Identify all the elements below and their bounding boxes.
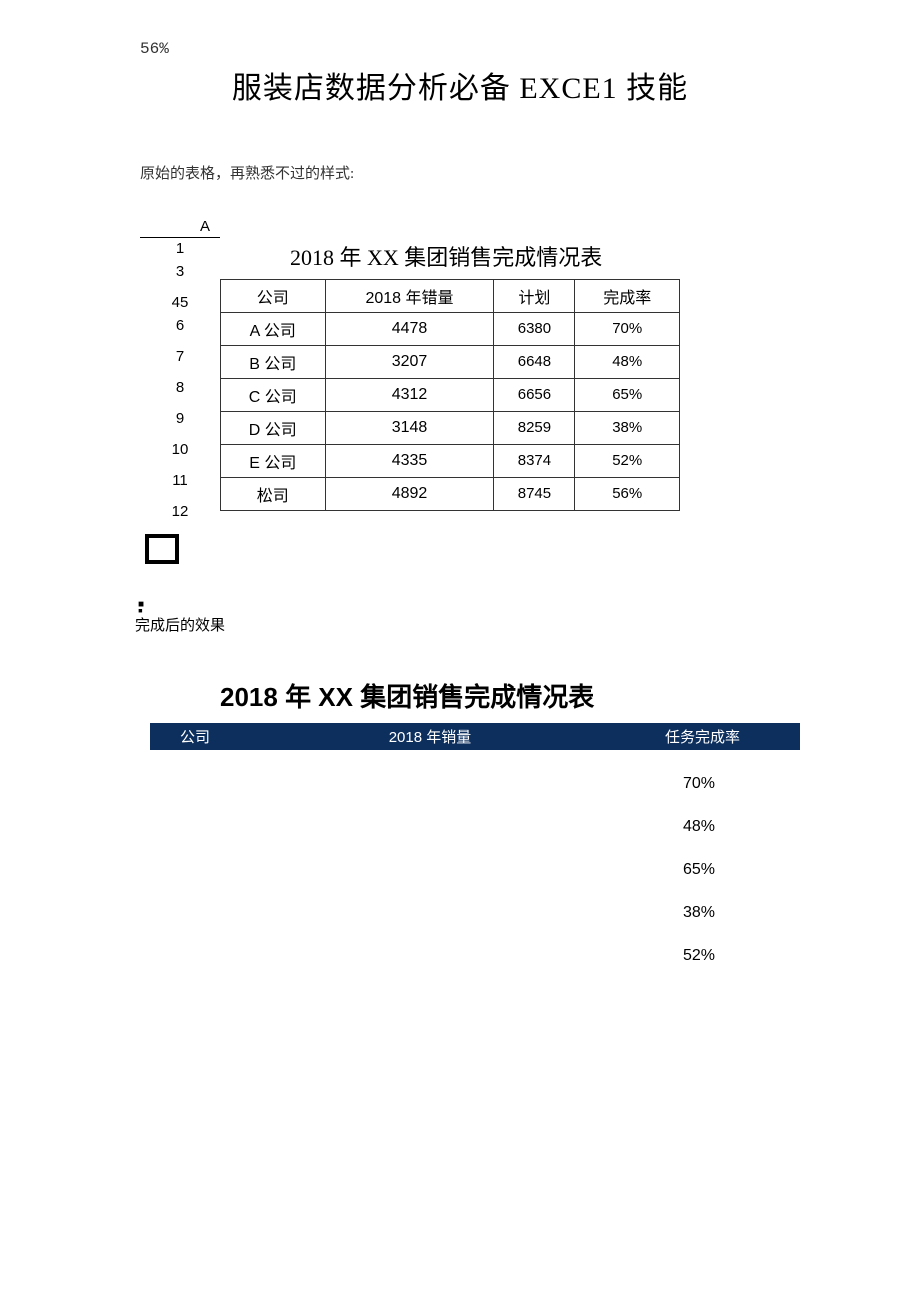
cell-plan: 8745 — [494, 477, 575, 510]
cell-rate: 52% — [575, 444, 680, 477]
rate-value: 48% — [150, 818, 800, 836]
cell-plan: 6648 — [494, 345, 575, 378]
cell-plan: 6656 — [494, 378, 575, 411]
cell-sales: 4335 — [325, 444, 494, 477]
cell-sales: 4478 — [325, 312, 494, 345]
row-num: 6 — [140, 317, 220, 334]
styled-table-header: 公司 2018 年销量 任务完成率 — [150, 723, 800, 750]
table-row: A 公司 4478 6380 70% — [221, 312, 680, 345]
original-table-block: A 1 3 45 6 7 8 9 10 11 12 2018 年 XX 集团销售… — [140, 218, 920, 526]
row-num: 45 — [140, 294, 220, 311]
cell-plan: 8259 — [494, 411, 575, 444]
cell-company: A 公司 — [221, 312, 326, 345]
cell-sales: 3207 — [325, 345, 494, 378]
original-data-table: 公司 2018 年错量 计划 完成率 A 公司 4478 6380 70% B … — [220, 279, 680, 511]
cell-rate: 48% — [575, 345, 680, 378]
cell-company: B 公司 — [221, 345, 326, 378]
header-rate: 任务完成率 — [560, 726, 800, 747]
header-sales: 2018 年销量 — [300, 726, 560, 747]
rate-value: 38% — [150, 904, 800, 922]
cell-rate: 56% — [575, 477, 680, 510]
after-effect-label: 完成后的效果 — [135, 614, 920, 635]
table-row: E 公司 4335 8374 52% — [221, 444, 680, 477]
row-num: 9 — [140, 410, 220, 427]
cell-rate: 70% — [575, 312, 680, 345]
row-num: 8 — [140, 379, 220, 396]
table-row: D 公司 3148 8259 38% — [221, 411, 680, 444]
column-letter: A — [140, 218, 220, 238]
header-company: 公司 — [150, 726, 300, 747]
cell-sales: 4892 — [325, 477, 494, 510]
top-number: 56% — [140, 40, 920, 58]
cell-rate: 38% — [575, 411, 680, 444]
row-num: 11 — [140, 472, 220, 489]
table-header-row: 公司 2018 年错量 计划 完成率 — [221, 279, 680, 312]
table-row: 松司 4892 8745 56% — [221, 477, 680, 510]
table2-title: 2018 年 XX 集团销售完成情况表 — [220, 680, 680, 715]
th-plan: 计划 — [494, 279, 575, 312]
cell-plan: 8374 — [494, 444, 575, 477]
th-company: 公司 — [221, 279, 326, 312]
table-row: C 公司 4312 6656 65% — [221, 378, 680, 411]
cell-company: C 公司 — [221, 378, 326, 411]
bullet-marker-icon: ■▪ — [138, 599, 920, 614]
row-num: 1 — [140, 240, 220, 257]
rate-value: 52% — [150, 947, 800, 965]
table-row: B 公司 3207 6648 48% — [221, 345, 680, 378]
row-num: 3 — [140, 263, 220, 280]
cell-sales: 3148 — [325, 411, 494, 444]
page-title: 服装店数据分析必备 EXCE1 技能 — [0, 63, 920, 107]
rate-value: 70% — [150, 775, 800, 793]
table1-title: 2018 年 XX 集团销售完成情况表 — [290, 243, 720, 274]
th-sales: 2018 年错量 — [325, 279, 494, 312]
cell-company: D 公司 — [221, 411, 326, 444]
rate-value: 65% — [150, 861, 800, 879]
th-rate: 完成率 — [575, 279, 680, 312]
square-marker-icon — [145, 534, 179, 564]
row-num: 12 — [140, 503, 220, 520]
cell-sales: 4312 — [325, 378, 494, 411]
row-number-gutter: A 1 3 45 6 7 8 9 10 11 12 — [140, 218, 220, 526]
row-num: 7 — [140, 348, 220, 365]
cell-rate: 65% — [575, 378, 680, 411]
cell-company: 松司 — [221, 477, 326, 510]
styled-result-table: 公司 2018 年销量 任务完成率 70% 48% 65% 38% 52% — [150, 723, 800, 965]
styled-table-body: 70% 48% 65% 38% 52% — [150, 775, 800, 965]
row-num: 10 — [140, 441, 220, 458]
cell-plan: 6380 — [494, 312, 575, 345]
cell-company: E 公司 — [221, 444, 326, 477]
intro-text: 原始的表格，再熟悉不过的样式: — [140, 162, 920, 183]
